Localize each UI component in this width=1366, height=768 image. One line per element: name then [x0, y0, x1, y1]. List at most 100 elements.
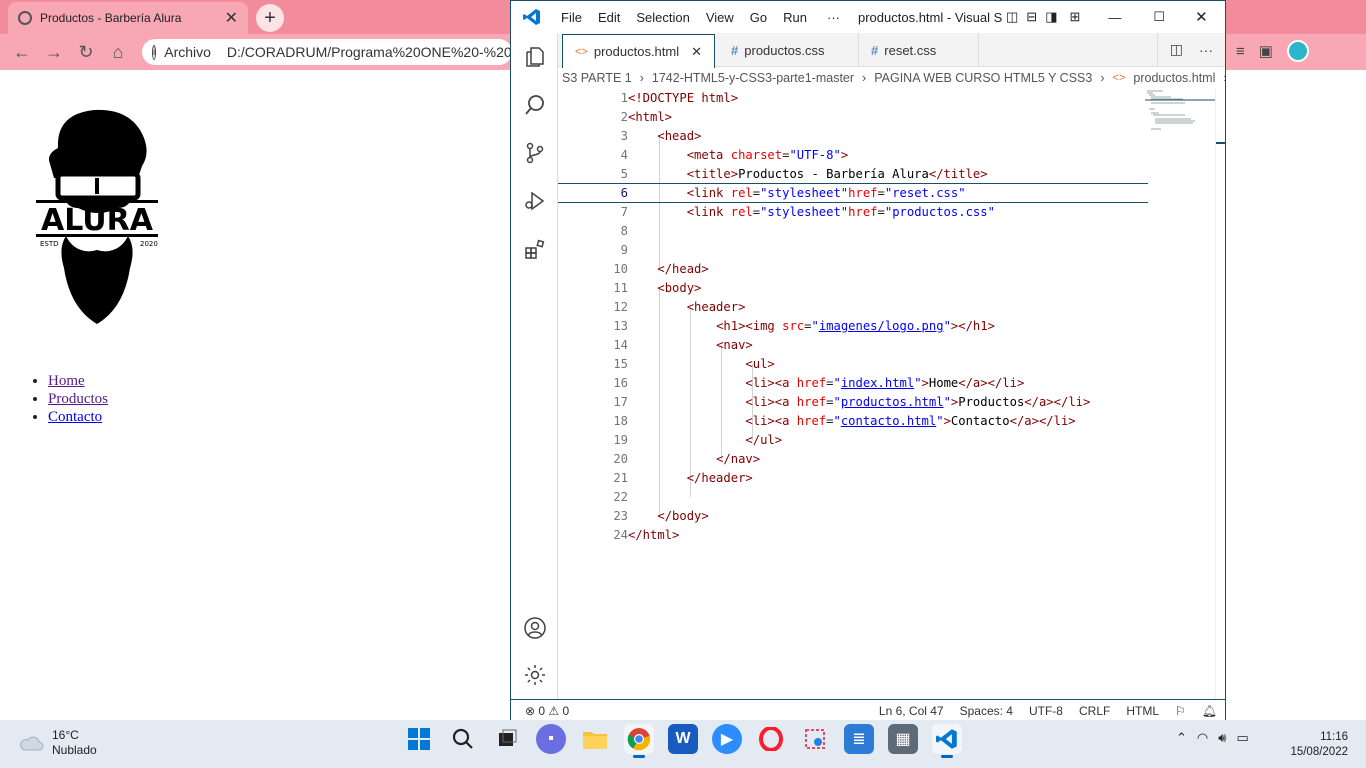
- globe-icon: [18, 11, 32, 25]
- system-tray: ⌃ ◠ 🔊︎ ▭: [1176, 730, 1249, 746]
- run-debug-icon[interactable]: [511, 177, 558, 225]
- code-line: 9: [620, 243, 628, 257]
- menu-edit[interactable]: Edit: [590, 10, 628, 25]
- wifi-icon[interactable]: ◠: [1197, 730, 1208, 746]
- more-actions-icon[interactable]: ···: [1199, 42, 1213, 58]
- breadcrumb-item[interactable]: productos.html: [1129, 71, 1219, 85]
- chrome-icon[interactable]: [624, 724, 654, 758]
- cursor-position[interactable]: Ln 6, Col 47: [871, 704, 952, 718]
- layout-panel-icon[interactable]: ⊟: [1022, 9, 1041, 25]
- volume-icon[interactable]: 🔊︎: [1218, 730, 1226, 746]
- split-editor-icon[interactable]: ◫: [1170, 41, 1183, 58]
- language-mode[interactable]: HTML: [1118, 704, 1167, 718]
- close-icon[interactable]: ✕: [225, 8, 238, 28]
- maximize-button[interactable]: ☐: [1137, 9, 1181, 25]
- reload-icon[interactable]: ↻: [70, 42, 102, 63]
- menu-run[interactable]: Run: [775, 10, 815, 25]
- profile-avatar[interactable]: [1286, 40, 1309, 62]
- minimize-button[interactable]: —: [1092, 10, 1137, 25]
- omnibox-url[interactable]: D:/CORADRUM/Programa%20ONE%20-%20: [227, 44, 512, 60]
- notifications-bell-icon[interactable]: 🔔︎: [1194, 704, 1225, 718]
- new-tab-button[interactable]: +: [256, 4, 284, 32]
- code-line: 8: [620, 224, 628, 238]
- code-line-current: 6 <link rel="stylesheet"href="reset.css": [558, 183, 1148, 203]
- start-windows-icon[interactable]: [404, 724, 434, 754]
- cloud-icon: [20, 736, 44, 751]
- notepad-icon[interactable]: ≣: [844, 724, 874, 754]
- svg-text:2020: 2020: [140, 240, 158, 248]
- breadcrumb-item[interactable]: 1742-HTML5-y-CSS3-parte1-master: [648, 71, 858, 85]
- activity-bar: [511, 33, 558, 699]
- battery-icon[interactable]: ▭: [1236, 730, 1248, 746]
- side-panel-icon[interactable]: ▣: [1259, 42, 1273, 60]
- layout-secondary-icon[interactable]: ◨: [1041, 9, 1061, 25]
- calculator-icon[interactable]: ▦: [888, 724, 918, 754]
- close-icon[interactable]: ✕: [691, 44, 702, 60]
- clock[interactable]: 11:16 15/08/2022: [1282, 730, 1348, 760]
- tab-productos-css[interactable]: # productos.css: [719, 33, 860, 67]
- breadcrumb-item[interactable]: PAGINA WEB CURSO HTML5 Y CSS3: [870, 71, 1096, 85]
- code-line: 12 <header>: [613, 300, 746, 314]
- tab-reset-css[interactable]: # reset.css: [859, 33, 980, 67]
- snipping-tool-icon[interactable]: [800, 724, 830, 754]
- chat-icon[interactable]: ▪: [536, 724, 566, 754]
- feedback-icon[interactable]: ⚐: [1167, 704, 1194, 718]
- nav-link-home[interactable]: Home: [48, 373, 85, 389]
- zoom-icon[interactable]: ▶: [712, 724, 742, 754]
- search-icon[interactable]: [511, 81, 558, 129]
- code-line: 14 <nav>: [613, 338, 753, 352]
- menu-more[interactable]: ···: [815, 10, 852, 25]
- menu-go[interactable]: Go: [742, 10, 775, 25]
- source-control-icon[interactable]: [511, 129, 558, 177]
- nav-link-contacto[interactable]: Contacto: [48, 409, 102, 425]
- extensions-icon[interactable]: [511, 225, 558, 273]
- code-line: 23 </body>: [613, 509, 709, 523]
- indentation-setting[interactable]: Spaces: 4: [952, 704, 1021, 718]
- tab-productos-html[interactable]: <> productos.html ✕: [562, 34, 716, 68]
- code-line: 18 <li><a href="contacto.html">Contacto<…: [613, 414, 1076, 428]
- reading-list-icon[interactable]: ≡: [1236, 43, 1245, 60]
- menu-file[interactable]: File: [553, 10, 590, 25]
- layout-sidebar-icon[interactable]: ◫: [1002, 9, 1022, 25]
- problems-indicator[interactable]: ⊗ 0 ⚠ 0: [511, 704, 577, 718]
- code-line: 4 <meta charset="UTF-8">: [620, 148, 849, 162]
- customize-layout-icon[interactable]: ⊞: [1062, 9, 1093, 25]
- menu-view[interactable]: View: [698, 10, 742, 25]
- close-button[interactable]: ✕: [1181, 8, 1222, 26]
- html-icon: <>: [575, 45, 588, 58]
- code-line: 13 <h1><img src="imagenes/logo.png"></h1…: [613, 319, 995, 333]
- nav-item: Productos: [48, 390, 108, 408]
- forward-icon[interactable]: →: [38, 42, 70, 63]
- tab-label: productos.html: [593, 44, 680, 59]
- accounts-icon[interactable]: [511, 604, 558, 652]
- weather-widget[interactable]: 16°C Nublado: [18, 728, 97, 758]
- info-icon[interactable]: i: [152, 44, 157, 60]
- code-line: 7 <link rel="stylesheet"href="productos.…: [620, 205, 995, 219]
- code-editor[interactable]: 1 <!DOCTYPE html> 2 <html> 3 <head> 4 <met…: [558, 89, 1225, 699]
- file-explorer-icon[interactable]: [580, 724, 610, 754]
- chevron-up-icon[interactable]: ⌃: [1176, 730, 1187, 746]
- explorer-icon[interactable]: [511, 33, 558, 81]
- menu-selection[interactable]: Selection: [628, 10, 697, 25]
- encoding-setting[interactable]: UTF-8: [1021, 704, 1071, 718]
- code-line: 3 <head>: [620, 129, 702, 143]
- settings-gear-icon[interactable]: [511, 651, 558, 699]
- vscode-taskbar-icon[interactable]: [932, 724, 962, 758]
- eol-setting[interactable]: CRLF: [1071, 704, 1118, 718]
- nav-link-productos[interactable]: Productos: [48, 391, 108, 407]
- minimap[interactable]: [1145, 89, 1215, 149]
- word-icon[interactable]: W: [668, 724, 698, 754]
- task-view-icon[interactable]: [492, 724, 522, 754]
- home-icon[interactable]: ⌂: [102, 42, 134, 63]
- breadcrumb-item[interactable]: S3 PARTE 1: [558, 71, 636, 85]
- opera-icon[interactable]: [756, 724, 786, 754]
- editor-tabs: <> productos.html ✕ # productos.css # re…: [558, 33, 1225, 68]
- vscode-window: File Edit Selection View Go Run ··· prod…: [510, 0, 1226, 721]
- code-line: 19 </ul>: [613, 433, 783, 447]
- editor-scrollbar[interactable]: [1215, 89, 1225, 699]
- address-bar[interactable]: i Archivo D:/CORADRUM/Programa%20ONE%20-…: [142, 39, 512, 65]
- tab-label: productos.css: [744, 42, 825, 58]
- taskbar-search-icon[interactable]: [448, 724, 478, 754]
- back-icon[interactable]: ←: [6, 42, 38, 63]
- browser-tab[interactable]: Productos - Barbería Alura ✕: [8, 2, 248, 34]
